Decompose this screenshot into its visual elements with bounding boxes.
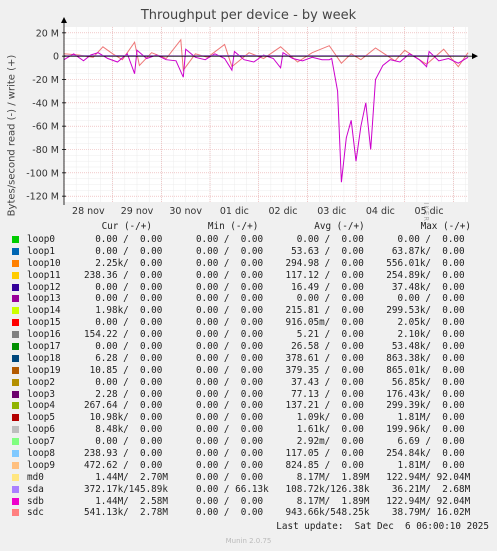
legend-swatch bbox=[12, 509, 19, 517]
x-axis-arrow-icon bbox=[472, 53, 478, 60]
legend-values: 238.36 / 0.00 0.00 / 0.00 117.12 / 0.00 … bbox=[84, 269, 465, 281]
legend-name: loop7 bbox=[27, 436, 55, 448]
legend-name: sdb bbox=[27, 495, 44, 507]
legend-values: 0.00 / 0.00 0.00 / 0.00 0.00 / 0.00 0.00… bbox=[84, 234, 465, 245]
legend-swatch bbox=[12, 319, 19, 327]
legend-swatch bbox=[12, 426, 19, 434]
legend-values: 0.00 / 0.00 0.00 / 0.00 37.43 / 0.00 56.… bbox=[84, 376, 465, 388]
legend-values: 2.25k/ 0.00 0.00 / 0.00 294.98 / 0.00 55… bbox=[84, 257, 465, 269]
legend-name: loop4 bbox=[27, 400, 55, 412]
legend-swatch bbox=[12, 473, 19, 481]
x-tick-label: 30 nov bbox=[169, 206, 202, 217]
legend-swatch bbox=[12, 343, 19, 351]
legend-name: loop8 bbox=[27, 448, 55, 460]
legend-swatch bbox=[12, 450, 19, 458]
x-tick-label: 01 dic bbox=[220, 206, 249, 217]
legend-name: sda bbox=[27, 483, 44, 495]
x-tick-label: 02 dic bbox=[269, 206, 298, 217]
legend-name: loop17 bbox=[27, 341, 61, 353]
munin-version: Munin 2.0.75 bbox=[225, 537, 272, 545]
legend-name: loop12 bbox=[27, 281, 61, 293]
legend-name: md0 bbox=[27, 471, 44, 483]
legend-name: loop5 bbox=[27, 412, 55, 424]
legend-swatch bbox=[12, 283, 19, 291]
legend-name: loop0 bbox=[27, 234, 55, 245]
legend-values: 541.13k/ 2.78M 0.00 / 0.00 943.66k/548.2… bbox=[84, 507, 471, 519]
legend-swatch bbox=[12, 271, 19, 279]
legend-values: 0.00 / 0.00 0.00 / 0.00 916.05m/ 0.00 2.… bbox=[84, 317, 465, 329]
legend-swatch bbox=[12, 295, 19, 303]
x-tick-label: 05 dic bbox=[415, 206, 444, 217]
legend-values: 0.00 / 0.00 0.00 / 0.00 26.58 / 0.00 53.… bbox=[84, 341, 465, 353]
legend-swatch bbox=[12, 461, 19, 469]
legend-swatch bbox=[12, 414, 19, 422]
y-axis-arrow-icon bbox=[61, 17, 67, 23]
y-tick-label: -100 M bbox=[26, 168, 59, 179]
legend-name: loop10 bbox=[27, 257, 61, 269]
legend-values: 1.44M/ 2.70M 0.00 / 0.00 8.17M/ 1.89M 12… bbox=[84, 471, 471, 483]
x-tick-label: 03 dic bbox=[317, 206, 346, 217]
legend-name: loop13 bbox=[27, 293, 61, 305]
y-tick-label: -20 M bbox=[32, 75, 59, 86]
x-tick-label: 04 dic bbox=[366, 206, 395, 217]
legend-values: 10.85 / 0.00 0.00 / 0.00 379.35 / 0.00 8… bbox=[84, 364, 465, 376]
y-tick-label: -120 M bbox=[26, 192, 59, 203]
legend-swatch bbox=[12, 307, 19, 315]
legend-values: 2.28 / 0.00 0.00 / 0.00 77.13 / 0.00 176… bbox=[84, 388, 465, 400]
x-tick-label: 28 nov bbox=[72, 206, 105, 217]
legend-swatch bbox=[12, 259, 19, 267]
y-tick-label: 20 M bbox=[36, 28, 59, 39]
legend-values: 267.64 / 0.00 0.00 / 0.00 137.21 / 0.00 … bbox=[84, 400, 465, 412]
legend-values: 0.00 / 0.00 0.00 / 0.00 53.63 / 0.00 63.… bbox=[84, 245, 465, 257]
legend-values: 1.98k/ 0.00 0.00 / 0.00 215.81 / 0.00 29… bbox=[84, 305, 465, 317]
legend-values: 372.17k/145.89k 0.00 / 66.13k 108.72k/12… bbox=[84, 483, 471, 495]
legend-swatch bbox=[12, 247, 19, 255]
y-tick-label: 0 bbox=[53, 52, 59, 63]
legend-swatch bbox=[12, 438, 19, 446]
legend-swatch bbox=[12, 390, 19, 398]
legend-name: loop1 bbox=[27, 245, 55, 257]
legend-values: 6.28 / 0.00 0.00 / 0.00 378.61 / 0.00 86… bbox=[84, 352, 465, 364]
y-tick-label: -40 M bbox=[32, 98, 59, 109]
legend-values: 472.62 / 0.00 0.00 / 0.00 824.85 / 0.00 … bbox=[84, 459, 465, 471]
legend-name: loop14 bbox=[27, 305, 61, 317]
legend-name: loop16 bbox=[27, 329, 61, 341]
legend-values: 238.93 / 0.00 0.00 / 0.00 117.05 / 0.00 … bbox=[84, 448, 465, 460]
legend-swatch bbox=[12, 497, 19, 505]
legend-swatch bbox=[12, 366, 19, 374]
legend-values: 154.22 / 0.00 0.00 / 0.00 5.21 / 0.00 2.… bbox=[84, 329, 465, 341]
legend-name: loop15 bbox=[27, 317, 61, 329]
legend-header: Cur (-/+) Min (-/+) Avg (-/+) Max (-/+) bbox=[40, 221, 471, 232]
legend-values: 8.48k/ 0.00 0.00 / 0.00 1.61k/ 0.00 199.… bbox=[84, 424, 465, 436]
legend-name: sdc bbox=[27, 507, 44, 519]
legend-swatch bbox=[12, 485, 19, 493]
legend-swatch bbox=[12, 402, 19, 410]
last-update: Last update: Sat Dec 6 06:00:10 2025 bbox=[276, 521, 489, 532]
legend-swatch bbox=[12, 378, 19, 386]
legend-swatch bbox=[12, 331, 19, 339]
x-tick-label: 29 nov bbox=[121, 206, 154, 217]
legend-swatch bbox=[12, 354, 19, 362]
legend-name: loop19 bbox=[27, 364, 61, 376]
legend-values: 0.00 / 0.00 0.00 / 0.00 0.00 / 0.00 0.00… bbox=[84, 293, 465, 305]
legend-name: loop3 bbox=[27, 388, 55, 400]
legend-name: loop2 bbox=[27, 376, 55, 388]
legend-name: loop18 bbox=[27, 352, 61, 364]
legend-values: 10.98k/ 0.00 0.00 / 0.00 1.09k/ 0.00 1.8… bbox=[84, 412, 465, 424]
y-tick-label: -80 M bbox=[32, 145, 59, 156]
legend-values: 0.00 / 0.00 0.00 / 0.00 16.49 / 0.00 37.… bbox=[84, 281, 465, 293]
legend-swatch bbox=[12, 236, 19, 243]
legend-values: 1.44M/ 2.58M 0.00 / 0.00 8.17M/ 1.89M 12… bbox=[84, 495, 471, 507]
y-tick-label: -60 M bbox=[32, 122, 59, 133]
legend-name: loop9 bbox=[27, 459, 55, 471]
legend-values: 0.00 / 0.00 0.00 / 0.00 2.92m/ 0.00 6.69… bbox=[84, 436, 465, 448]
legend-name: loop11 bbox=[27, 269, 61, 281]
legend-name: loop6 bbox=[27, 424, 55, 436]
